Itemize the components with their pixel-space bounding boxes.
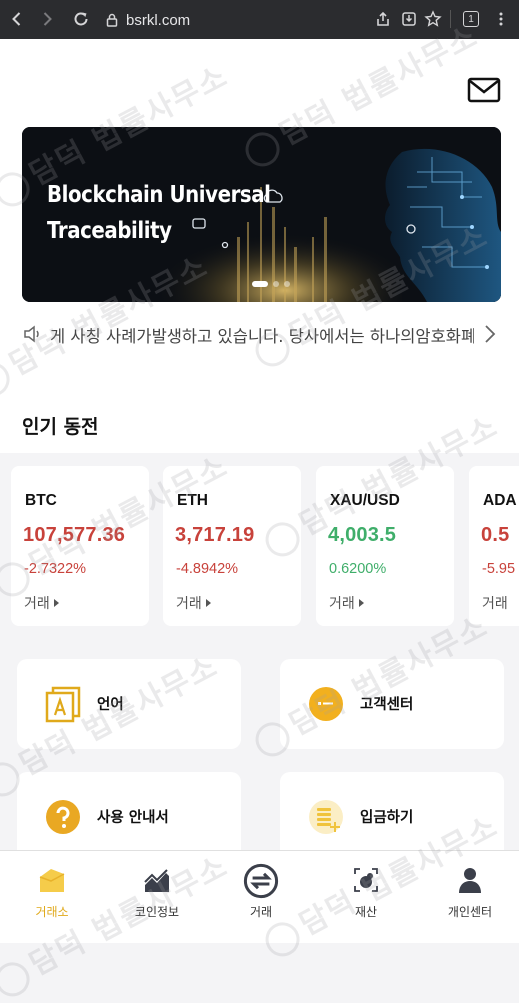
user-guide-button[interactable]: 사용 안내서 bbox=[17, 772, 241, 862]
chat-bubble-icon bbox=[309, 687, 343, 721]
lock-icon bbox=[106, 13, 118, 27]
coin-card-ada[interactable]: ADA 0.5 -5.95 거래 bbox=[469, 466, 519, 626]
trade-link[interactable]: 거래 bbox=[176, 593, 211, 613]
banner-title-line1: Blockchain Universal bbox=[47, 182, 271, 208]
coin-card-xau[interactable]: XAU/USD 4,003.5 0.6200% 거래 bbox=[316, 466, 454, 626]
help-icon bbox=[46, 800, 80, 834]
chevron-right-icon[interactable] bbox=[481, 323, 499, 345]
more-menu-icon[interactable] bbox=[490, 8, 512, 30]
coin-card-eth[interactable]: ETH 3,717.19 -4.8942% 거래 bbox=[163, 466, 301, 626]
coin-symbol: ADA bbox=[483, 492, 517, 509]
nav-exchange[interactable]: 거래소 bbox=[7, 865, 97, 931]
language-icon bbox=[45, 686, 81, 723]
reload-icon[interactable] bbox=[70, 8, 92, 30]
customer-center-label: 고객센터 bbox=[360, 697, 414, 713]
deposit-button[interactable]: 입금하기 bbox=[280, 772, 504, 862]
url-text: bsrkl.com bbox=[126, 11, 191, 29]
footer-spacer bbox=[0, 943, 519, 1003]
mail-icon[interactable] bbox=[467, 77, 501, 103]
coin-symbol: BTC bbox=[25, 492, 57, 509]
download-icon[interactable] bbox=[398, 8, 420, 30]
notice-bar[interactable]: 게 사칭 사례가발생하고 있습니다. 당사에서는 하나의암호화폐 bbox=[22, 320, 502, 348]
banner-dot-active[interactable] bbox=[252, 281, 268, 287]
play-arrow-icon bbox=[358, 599, 364, 607]
forward-icon[interactable] bbox=[36, 8, 58, 30]
promo-banner[interactable]: Blockchain Universal Traceability bbox=[22, 127, 501, 302]
banner-title-line2: Traceability bbox=[47, 218, 172, 244]
chart-icon bbox=[144, 869, 169, 892]
trade-link-label: 거래 bbox=[24, 596, 50, 612]
section-title-popular-coins: 인기 동전 bbox=[22, 416, 99, 438]
notice-text: 게 사칭 사례가발생하고 있습니다. 당사에서는 하나의암호화폐 bbox=[50, 327, 474, 346]
play-arrow-icon bbox=[205, 599, 211, 607]
popular-coins-carousel[interactable]: BTC 107,577.36 -2.7322% 거래 ETH 3,717.19 … bbox=[0, 460, 519, 630]
deposit-label: 입금하기 bbox=[360, 810, 414, 826]
banner-pagination bbox=[252, 281, 290, 287]
tab-count-button[interactable]: 1 bbox=[463, 11, 479, 27]
home-icon bbox=[39, 869, 65, 892]
bookmark-star-icon[interactable] bbox=[422, 8, 444, 30]
share-icon[interactable] bbox=[372, 8, 394, 30]
nav-trade[interactable]: 거래 bbox=[216, 863, 306, 931]
language-button[interactable]: 언어 bbox=[17, 659, 241, 749]
trade-swap-icon bbox=[243, 863, 279, 899]
trade-link[interactable]: 거래 bbox=[329, 593, 364, 613]
trade-link-label: 거래 bbox=[176, 596, 202, 612]
coin-price: 0.5 bbox=[481, 524, 510, 546]
banner-dot[interactable] bbox=[284, 281, 290, 287]
user-icon bbox=[459, 868, 481, 893]
back-icon[interactable] bbox=[6, 8, 28, 30]
coin-price: 3,717.19 bbox=[175, 524, 255, 546]
coin-card-btc[interactable]: BTC 107,577.36 -2.7322% 거래 bbox=[11, 466, 149, 626]
coin-change: 0.6200% bbox=[329, 561, 387, 577]
nav-coin-info[interactable]: 코인정보 bbox=[112, 865, 202, 931]
browser-toolbar: bsrkl.com 1 bbox=[0, 0, 519, 39]
nav-profile-label: 개인센터 bbox=[447, 905, 493, 919]
nav-coin-info-label: 코인정보 bbox=[134, 905, 180, 919]
address-bar[interactable]: bsrkl.com bbox=[106, 9, 190, 31]
user-guide-label: 사용 안내서 bbox=[97, 810, 169, 826]
deposit-coins-icon bbox=[309, 800, 343, 834]
toolbar-divider bbox=[450, 10, 451, 28]
coin-symbol: XAU/USD bbox=[330, 492, 400, 509]
speaker-icon bbox=[24, 325, 39, 343]
language-label: 언어 bbox=[97, 697, 124, 713]
nav-trade-label: 거래 bbox=[249, 905, 273, 919]
banner-dot[interactable] bbox=[273, 281, 279, 287]
trade-link[interactable]: 거래 bbox=[24, 593, 59, 613]
bottom-navigation: 거래소 코인정보 거래 재산 개인센터 bbox=[0, 850, 519, 943]
trade-link[interactable]: 거래 bbox=[482, 593, 508, 613]
coin-change: -4.8942% bbox=[176, 561, 239, 577]
coin-price: 107,577.36 bbox=[23, 524, 126, 546]
nav-exchange-label: 거래소 bbox=[35, 905, 69, 919]
assets-icon bbox=[354, 868, 378, 892]
nav-assets[interactable]: 재산 bbox=[321, 865, 411, 931]
coin-symbol: ETH bbox=[177, 492, 208, 509]
banner-title: Blockchain Universal Traceability bbox=[47, 177, 305, 249]
coin-change: -5.95 bbox=[482, 561, 516, 577]
nav-assets-label: 재산 bbox=[354, 905, 378, 919]
play-arrow-icon bbox=[53, 599, 59, 607]
coin-change: -2.7322% bbox=[24, 561, 87, 577]
nav-profile[interactable]: 개인센터 bbox=[425, 865, 515, 931]
trade-link-label: 거래 bbox=[482, 596, 508, 612]
trade-link-label: 거래 bbox=[329, 596, 355, 612]
coin-price: 4,003.5 bbox=[328, 524, 397, 546]
customer-center-button[interactable]: 고객센터 bbox=[280, 659, 504, 749]
